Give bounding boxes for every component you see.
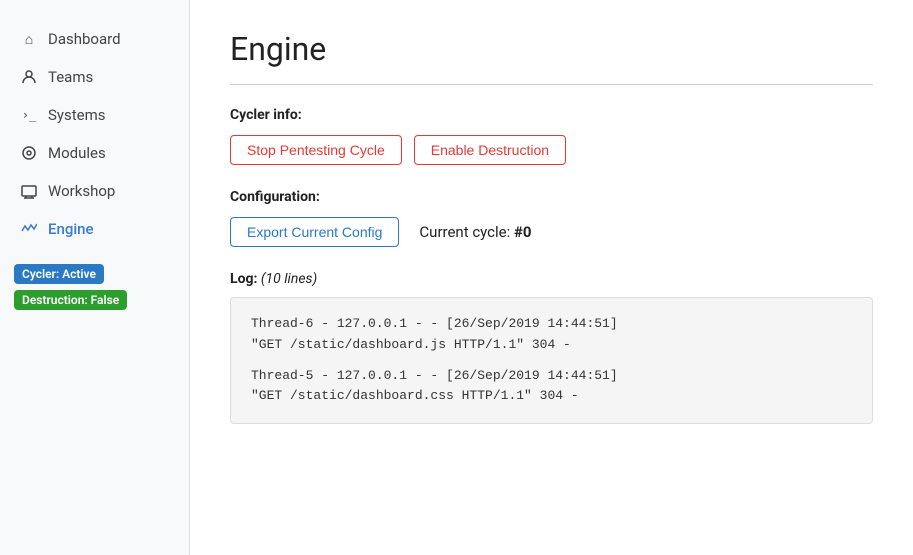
sidebar-item-modules[interactable]: Modules	[0, 134, 189, 172]
cycler-label: Cycler info:	[230, 107, 873, 123]
stop-cycle-button[interactable]: Stop Pentesting Cycle	[230, 135, 402, 165]
cycle-value: #0	[514, 223, 532, 241]
title-divider	[230, 84, 873, 85]
sidebar-item-teams[interactable]: Teams	[0, 58, 189, 96]
sidebar-item-engine[interactable]: Engine	[0, 210, 189, 248]
modules-icon	[20, 144, 38, 162]
main-content: Engine Cycler info: Stop Pentesting Cycl…	[190, 0, 913, 555]
sidebar-item-label: Dashboard	[48, 30, 121, 48]
sidebar-item-dashboard[interactable]: ⌂ Dashboard	[0, 20, 189, 58]
log-section: Log: (10 lines) Thread-6 - 127.0.0.1 - -…	[230, 271, 873, 424]
config-section: Configuration: Export Current Config Cur…	[230, 189, 873, 247]
sidebar-item-label: Workshop	[48, 182, 115, 200]
sidebar-item-label: Teams	[48, 68, 93, 86]
config-label: Configuration:	[230, 189, 873, 205]
log-lines-note: (10 lines)	[261, 271, 317, 287]
enable-destruction-button[interactable]: Enable Destruction	[414, 135, 566, 165]
cycler-section: Cycler info: Stop Pentesting Cycle Enabl…	[230, 107, 873, 165]
workshop-icon	[20, 182, 38, 200]
log-entry-1: Thread-5 - 127.0.0.1 - - [26/Sep/2019 14…	[251, 366, 852, 408]
cycler-buttons: Stop Pentesting Cycle Enable Destruction	[230, 135, 873, 165]
sidebar-item-systems[interactable]: ›_ Systems	[0, 96, 189, 134]
sidebar-badges: Cycler: Active Destruction: False	[0, 264, 189, 310]
sidebar: ⌂ Dashboard Teams ›_ Systems Modules	[0, 0, 190, 555]
current-cycle-text: Current cycle: #0	[419, 223, 531, 241]
sidebar-item-label: Modules	[48, 144, 106, 162]
engine-icon	[20, 220, 38, 238]
page-title: Engine	[230, 30, 873, 68]
log-entry-0: Thread-6 - 127.0.0.1 - - [26/Sep/2019 14…	[251, 314, 852, 356]
log-label: Log: (10 lines)	[230, 271, 873, 287]
cycler-badge: Cycler: Active	[14, 264, 104, 284]
destruction-badge: Destruction: False	[14, 290, 127, 310]
teams-icon	[20, 68, 38, 86]
sidebar-item-label: Systems	[48, 106, 106, 124]
sidebar-item-workshop[interactable]: Workshop	[0, 172, 189, 210]
log-box: Thread-6 - 127.0.0.1 - - [26/Sep/2019 14…	[230, 297, 873, 424]
sidebar-item-label: Engine	[48, 220, 94, 238]
dashboard-icon: ⌂	[20, 30, 38, 48]
systems-icon: ›_	[20, 106, 38, 124]
export-config-button[interactable]: Export Current Config	[230, 217, 399, 247]
config-row: Export Current Config Current cycle: #0	[230, 217, 873, 247]
